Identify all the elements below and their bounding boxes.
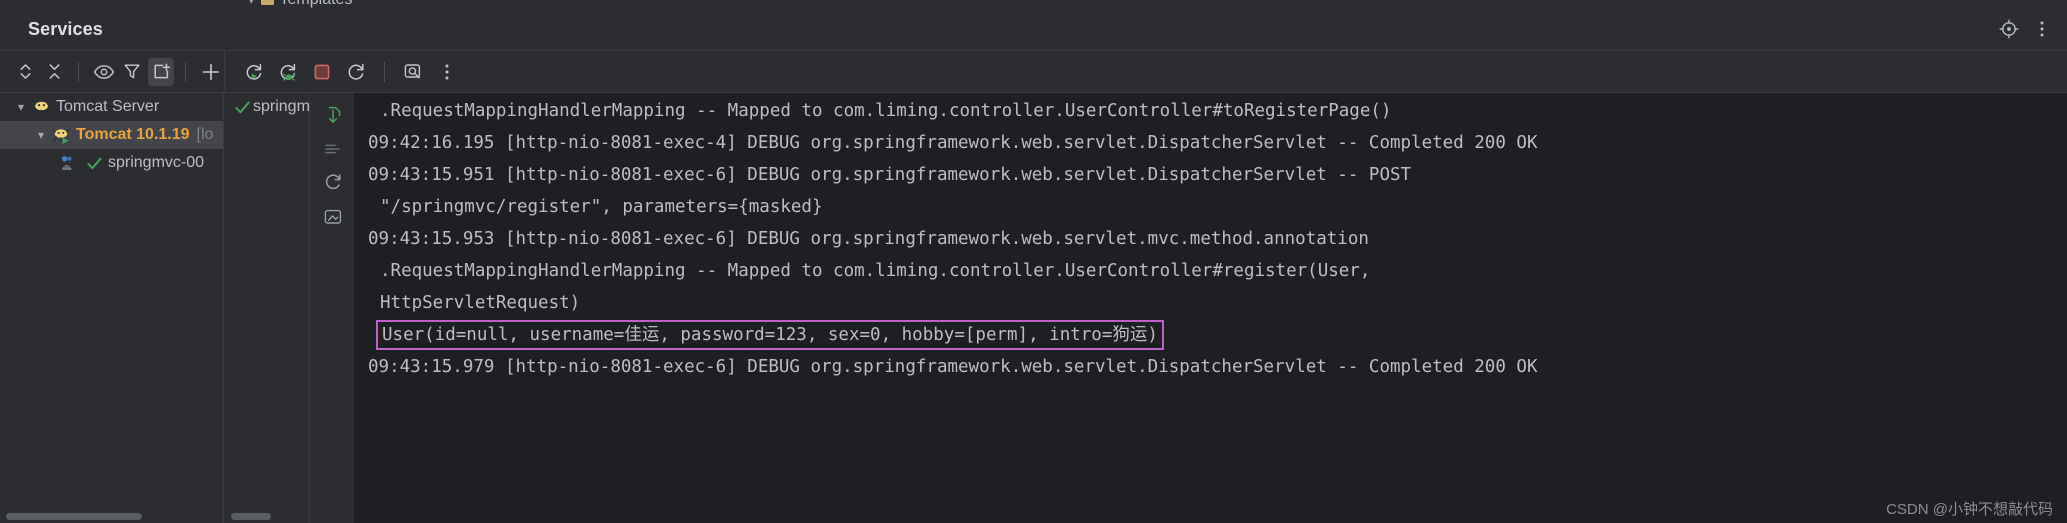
more-vertical-icon[interactable] — [2039, 19, 2045, 39]
expand-all-button[interactable] — [12, 58, 39, 86]
collapse-all-button[interactable] — [41, 58, 68, 86]
check-green-icon — [231, 100, 253, 115]
partial-tree-row: ▾ Templates — [248, 0, 352, 8]
tomcat-icon — [30, 99, 52, 116]
chevron-down-icon: ▾ — [248, 0, 255, 7]
toolbar-run-actions — [225, 51, 462, 92]
chevron-down-icon[interactable]: ▾ — [12, 100, 30, 114]
services-body: ▾ Tomcat Server ▾ Tomcat 10.1.19 [lo spr… — [0, 93, 2067, 523]
tab-column-horizontal-scrollbar[interactable] — [231, 513, 271, 520]
page-title: Services — [28, 18, 103, 39]
log-line: HttpServletRequest) — [380, 293, 581, 313]
filter-button[interactable] — [119, 58, 146, 86]
highlighted-log-text: User(id=null, username=佳运, password=123,… — [376, 320, 1164, 350]
toolbar-divider-3 — [384, 61, 385, 82]
tree-node-springmvc-artifact[interactable]: springmvc-00 — [0, 149, 223, 177]
partial-tree-row-label: Templates — [280, 0, 353, 8]
above-window-sliver: ▾ Templates — [0, 0, 2067, 8]
log-line: .RequestMappingHandlerMapping -- Mapped … — [380, 261, 1371, 281]
toolbar — [0, 50, 2067, 93]
tab-label: springmv — [253, 98, 310, 115]
tree-node-label: springmvc-00 — [108, 154, 205, 171]
scroll-to-end-icon[interactable] — [320, 136, 346, 162]
log-line-highlighted: User(id=null, username=佳运, password=123,… — [354, 319, 2067, 351]
console-gutter — [311, 93, 354, 523]
tomcat-running-icon — [50, 127, 72, 144]
window-header: Services — [0, 8, 2067, 51]
tree-horizontal-scrollbar[interactable] — [6, 513, 142, 520]
service-tab-column[interactable]: springmv — [225, 93, 310, 523]
tree-node-tomcat-10-1-19[interactable]: ▾ Tomcat 10.1.19 [lo — [0, 121, 223, 149]
scroll-to-stacktrace-icon[interactable] — [320, 102, 346, 128]
chevron-down-icon[interactable]: ▾ — [32, 128, 50, 142]
log-line: 09:42:16.195 [http-nio-8081-exec-4] DEBU… — [368, 133, 1538, 153]
more-actions-button[interactable] — [432, 58, 462, 86]
console-output[interactable]: .RequestMappingHandlerMapping -- Mapped … — [354, 93, 2067, 523]
tree-node-label: Tomcat Server — [56, 98, 160, 115]
toolbar-tree-actions — [0, 51, 224, 92]
add-service-button[interactable] — [197, 58, 224, 86]
watermark: CSDN @小钟不想敲代码 — [1886, 501, 2053, 518]
tree-node-label: Tomcat 10.1.19 — [76, 126, 190, 143]
log-line: "/springmvc/register", parameters={maske… — [380, 197, 823, 217]
toolbar-divider-1 — [78, 61, 80, 82]
tree-node-suffix: [lo — [196, 126, 214, 143]
rerun-button[interactable] — [239, 58, 269, 86]
log-line: .RequestMappingHandlerMapping -- Mapped … — [380, 101, 1392, 121]
artifact-ok-icon — [58, 154, 80, 172]
print-console-icon[interactable] — [320, 204, 346, 230]
services-tool-window: ▾ Templates Services — [0, 0, 2067, 523]
open-in-new-tab-button[interactable] — [147, 57, 175, 86]
deploy-button[interactable] — [398, 58, 428, 86]
soft-wrap-icon[interactable] — [320, 170, 346, 196]
log-line: 09:43:15.953 [http-nio-8081-exec-6] DEBU… — [368, 229, 1369, 249]
show-services-button[interactable] — [90, 58, 117, 86]
stop-button[interactable] — [307, 58, 337, 86]
log-line: 09:43:15.951 [http-nio-8081-exec-6] DEBU… — [368, 165, 1412, 185]
rerun-debug-button[interactable] — [273, 58, 303, 86]
log-line: 09:43:15.979 [http-nio-8081-exec-6] DEBU… — [368, 357, 1538, 377]
tab-springmvc[interactable]: springmv — [225, 93, 309, 121]
restart-button[interactable] — [341, 58, 371, 86]
check-green-icon — [84, 156, 104, 171]
toolbar-divider-2 — [185, 61, 187, 82]
services-tree[interactable]: ▾ Tomcat Server ▾ Tomcat 10.1.19 [lo spr… — [0, 93, 224, 523]
target-icon[interactable] — [1999, 19, 2019, 39]
tree-node-tomcat-server[interactable]: ▾ Tomcat Server — [0, 93, 223, 121]
folder-icon — [260, 0, 274, 6]
